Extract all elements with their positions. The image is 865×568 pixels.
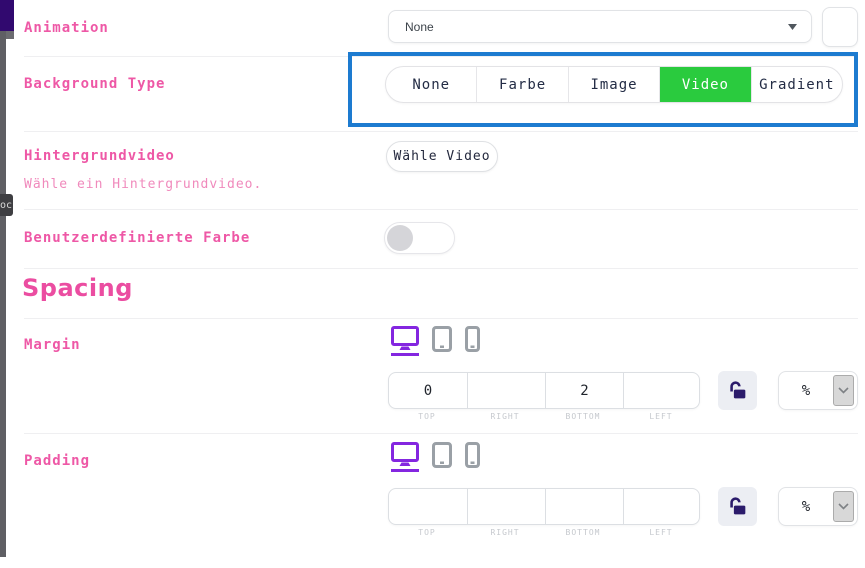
divider [24,268,858,269]
divider [24,433,858,434]
background-video-description: Wähle ein Hintergrundvideo. [24,177,262,192]
desktop-icon [391,326,419,351]
dim-label-top: TOP [388,412,466,421]
edge-gray-strip [0,31,6,557]
custom-color-toggle[interactable] [384,222,455,254]
animation-select[interactable]: None [388,10,812,43]
spacing-heading: Spacing [22,274,133,302]
margin-top-input[interactable] [389,373,467,408]
mobile-button[interactable] [465,442,480,468]
margin-dim-labels: TOP RIGHT BOTTOM LEFT [388,412,700,421]
tablet-button[interactable] [432,442,452,468]
custom-color-label: Benutzerdefinierte Farbe [24,230,250,246]
margin-label: Margin [24,337,81,353]
margin-unit-select[interactable]: % [778,371,858,410]
toggle-knob [387,225,413,251]
background-type-label: Background Type [24,76,165,92]
background-type-segmented-control: None Farbe Image Video Gradient [385,66,843,103]
padding-label: Padding [24,453,90,469]
padding-right-input[interactable] [467,489,545,524]
margin-device-switcher [391,326,480,356]
padding-dim-labels: TOP RIGHT BOTTOM LEFT [388,528,700,537]
dim-label-bottom: BOTTOM [544,412,622,421]
padding-bottom-input[interactable] [545,489,623,524]
select-arrow-box [833,375,854,406]
select-arrow-box [833,491,854,522]
corner-purple-block [0,0,14,31]
unlock-icon [727,380,749,402]
padding-inputs-group [388,488,700,525]
padding-unit-value: % [779,488,833,525]
bg-type-option-none[interactable]: None [386,67,476,102]
dim-label-bottom: BOTTOM [544,528,622,537]
dim-label-left: LEFT [622,412,700,421]
dim-label-top: TOP [388,528,466,537]
margin-bottom-input[interactable] [545,373,623,408]
background-tag: oc [0,194,13,216]
desktop-button[interactable] [391,442,419,472]
background-video-label: Hintergrundvideo [24,148,175,164]
margin-right-input[interactable] [467,373,545,408]
margin-unit-value: % [779,372,833,409]
margin-link-values-button[interactable] [718,371,757,410]
active-device-underline [391,353,419,356]
choose-video-button[interactable]: Wähle Video [386,141,498,172]
active-device-underline [391,469,419,472]
chevron-down-icon [838,503,849,510]
mobile-button[interactable] [465,326,480,352]
bg-type-option-gradient[interactable]: Gradient [751,67,842,102]
bg-type-option-farbe[interactable]: Farbe [476,67,567,102]
mobile-icon [465,442,480,468]
mobile-icon [465,326,480,352]
chevron-down-icon [838,387,849,394]
padding-top-input[interactable] [389,489,467,524]
dim-label-left: LEFT [622,528,700,537]
dim-label-right: RIGHT [466,528,544,537]
animation-select-value: None [405,20,434,34]
settings-panel: oc Animation None Background Type None F… [0,0,865,568]
margin-inputs-group [388,372,700,409]
divider [24,209,858,210]
animation-label: Animation [24,20,109,36]
caret-down-icon [788,24,797,30]
padding-link-values-button[interactable] [718,487,757,526]
bg-type-option-video[interactable]: Video [659,67,750,102]
desktop-button[interactable] [391,326,419,356]
padding-device-switcher [391,442,480,472]
tablet-icon [432,326,452,352]
dim-label-right: RIGHT [466,412,544,421]
padding-unit-select[interactable]: % [778,487,858,526]
bg-type-option-image[interactable]: Image [568,67,659,102]
cut-off-control-box [822,7,858,47]
tablet-button[interactable] [432,326,452,352]
divider [24,318,858,319]
desktop-icon [391,442,419,467]
tablet-icon [432,442,452,468]
margin-left-input[interactable] [623,373,700,408]
padding-left-input[interactable] [623,489,700,524]
divider [24,131,858,132]
unlock-icon [727,496,749,518]
